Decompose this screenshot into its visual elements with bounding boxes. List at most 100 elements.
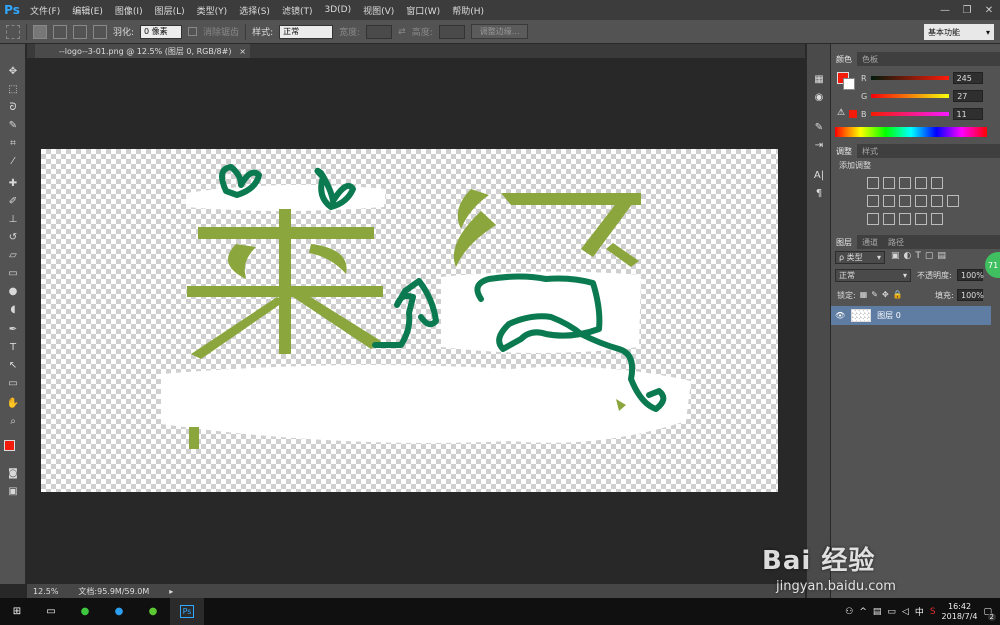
- smart-object-filter-icon[interactable]: ▤: [937, 251, 946, 261]
- gradient-map-icon[interactable]: [915, 213, 927, 225]
- lasso-tool-icon[interactable]: ᘐ: [4, 100, 22, 114]
- type-filter-icon[interactable]: T: [915, 251, 921, 261]
- gamut-warning-icon[interactable]: ⚠: [837, 108, 845, 118]
- ime-indicator[interactable]: 中: [915, 605, 924, 618]
- eraser-tool-icon[interactable]: ▱: [4, 248, 22, 262]
- healing-brush-tool-icon[interactable]: ✚: [4, 176, 22, 190]
- shape-tool-icon[interactable]: ▭: [4, 376, 22, 390]
- invert-icon[interactable]: [867, 213, 879, 225]
- add-selection-icon[interactable]: [53, 24, 67, 39]
- brush-presets-panel-icon[interactable]: ⇥: [811, 138, 827, 152]
- tab-styles[interactable]: 样式: [857, 144, 883, 158]
- gradient-tool-icon[interactable]: ▭: [4, 266, 22, 280]
- channel-mixer-icon[interactable]: [931, 195, 943, 207]
- menu-filter[interactable]: 滤镜(T): [276, 4, 319, 17]
- marquee-tool-icon[interactable]: [6, 24, 20, 39]
- network-icon[interactable]: ▤: [873, 607, 882, 617]
- feather-input[interactable]: 0 像素: [140, 24, 183, 39]
- green-slider[interactable]: [871, 94, 950, 98]
- type-tool-icon[interactable]: T: [4, 340, 22, 354]
- floating-badge[interactable]: 71: [985, 252, 1000, 278]
- tab-color[interactable]: 颜色: [831, 52, 857, 66]
- minimize-button[interactable]: —: [934, 0, 956, 20]
- tab-adjustments[interactable]: 调整: [831, 144, 857, 158]
- qq-icon[interactable]: ●: [102, 598, 136, 625]
- tab-channels[interactable]: 通道: [857, 235, 883, 249]
- menu-file[interactable]: 文件(F): [24, 4, 66, 17]
- browser-icon[interactable]: ●: [136, 598, 170, 625]
- menu-type[interactable]: 类型(Y): [191, 4, 234, 17]
- people-icon[interactable]: ⚇: [845, 607, 853, 617]
- brush-tool-icon[interactable]: ✐: [4, 194, 22, 208]
- rect-marquee-tool-icon[interactable]: ⬚: [4, 82, 22, 96]
- levels-icon[interactable]: [883, 177, 895, 189]
- pixel-filter-icon[interactable]: ▣: [891, 251, 900, 261]
- black-white-icon[interactable]: [899, 195, 911, 207]
- start-button[interactable]: ⊞: [0, 598, 34, 625]
- antialias-checkbox[interactable]: [188, 27, 198, 36]
- opacity-input[interactable]: 100%: [957, 269, 984, 281]
- properties-panel-icon[interactable]: ◉: [811, 90, 827, 104]
- quick-select-tool-icon[interactable]: ✎: [4, 118, 22, 132]
- hue-saturation-icon[interactable]: [867, 195, 879, 207]
- sogou-ime-icon[interactable]: S: [930, 607, 936, 617]
- style-select[interactable]: 正常: [279, 24, 334, 39]
- clone-stamp-tool-icon[interactable]: ⊥: [4, 212, 22, 226]
- close-button[interactable]: ✕: [978, 0, 1000, 20]
- pen-tool-icon[interactable]: ✒: [4, 322, 22, 336]
- lock-all-icon[interactable]: 🔒: [893, 290, 903, 301]
- subtract-selection-icon[interactable]: [73, 24, 87, 39]
- exposure-icon[interactable]: [915, 177, 927, 189]
- path-select-tool-icon[interactable]: ↖: [4, 358, 22, 372]
- color-lookup-icon[interactable]: [947, 195, 959, 207]
- new-selection-icon[interactable]: [33, 24, 47, 39]
- document-tab[interactable]: --logo--3-01.png @ 12.5% (图层 0, RGB/8#) …: [35, 44, 250, 58]
- show-hidden-icons-icon[interactable]: ^: [859, 607, 867, 617]
- brightness-icon[interactable]: [867, 177, 879, 189]
- photoshop-taskbar-icon[interactable]: Ps: [170, 598, 204, 625]
- history-panel-icon[interactable]: ▦: [811, 72, 827, 86]
- swap-icon[interactable]: ⇄: [398, 27, 406, 37]
- red-value[interactable]: 245: [952, 72, 983, 84]
- gamut-color-swatch[interactable]: [849, 110, 857, 118]
- menu-3d[interactable]: 3D(D): [318, 5, 357, 15]
- selective-color-icon[interactable]: [931, 213, 943, 225]
- crop-tool-icon[interactable]: ⌗: [4, 136, 22, 150]
- quick-mask-icon[interactable]: ◙: [4, 466, 22, 480]
- layer-name[interactable]: 图层 0: [877, 310, 901, 321]
- blue-value[interactable]: 11: [952, 108, 983, 120]
- menu-select[interactable]: 选择(S): [233, 4, 276, 17]
- screen-mode-icon[interactable]: ▣: [4, 484, 22, 498]
- intersect-selection-icon[interactable]: [93, 24, 107, 39]
- menu-edit[interactable]: 编辑(E): [66, 4, 109, 17]
- restore-button[interactable]: ❐: [956, 0, 978, 20]
- color-spectrum-bar[interactable]: [835, 127, 987, 137]
- shape-filter-icon[interactable]: ▢: [925, 251, 934, 261]
- eyedropper-tool-icon[interactable]: ⁄: [4, 154, 22, 168]
- workspace-select[interactable]: 基本功能 ▾: [924, 24, 994, 40]
- tab-swatches[interactable]: 色板: [857, 52, 883, 66]
- wechat-icon[interactable]: ●: [68, 598, 102, 625]
- zoom-level[interactable]: 12.5%: [33, 587, 58, 596]
- menu-image[interactable]: 图像(I): [109, 4, 149, 17]
- blend-mode-select[interactable]: 正常 ▾: [835, 269, 911, 282]
- lock-pixels-icon[interactable]: ▦: [860, 290, 868, 301]
- dodge-tool-icon[interactable]: ◖: [4, 302, 22, 316]
- curves-icon[interactable]: [899, 177, 911, 189]
- blur-tool-icon[interactable]: ●: [4, 284, 22, 298]
- background-color-swatch[interactable]: [843, 78, 855, 90]
- balance-icon[interactable]: [883, 195, 895, 207]
- status-menu-icon[interactable]: ▸: [169, 587, 173, 596]
- document-canvas[interactable]: [41, 149, 778, 492]
- menu-window[interactable]: 窗口(W): [400, 4, 446, 17]
- adjustment-filter-icon[interactable]: ◐: [904, 251, 912, 261]
- hand-tool-icon[interactable]: ✋: [4, 396, 22, 410]
- green-value[interactable]: 27: [953, 90, 984, 102]
- tab-layers[interactable]: 图层: [831, 235, 857, 249]
- move-tool-icon[interactable]: ✥: [4, 64, 22, 78]
- visibility-eye-icon[interactable]: 👁: [835, 311, 845, 320]
- character-panel-icon[interactable]: A|: [811, 168, 827, 182]
- volume-icon[interactable]: ◁: [902, 607, 909, 617]
- vibrance-icon[interactable]: [931, 177, 943, 189]
- height-input[interactable]: [438, 24, 465, 39]
